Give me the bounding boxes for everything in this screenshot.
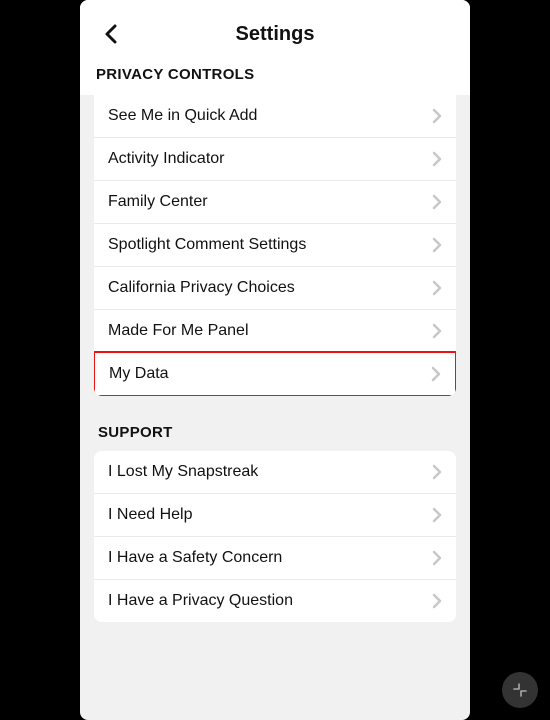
list-item-label: My Data (109, 365, 169, 383)
list-item-label: Made For Me Panel (108, 322, 249, 340)
privacy-item-spotlight-comments[interactable]: Spotlight Comment Settings (94, 223, 456, 266)
chevron-right-icon (432, 323, 442, 339)
chevron-right-icon (431, 366, 441, 382)
support-item-safety[interactable]: I Have a Safety Concern (94, 536, 456, 579)
section-title-support: SUPPORT (80, 396, 470, 451)
list-item-label: Activity Indicator (108, 150, 224, 168)
header-bar: Settings (92, 14, 458, 54)
chevron-right-icon (432, 108, 442, 124)
list-item-label: California Privacy Choices (108, 279, 295, 297)
back-button[interactable] (96, 19, 126, 49)
list-item-label: I Need Help (108, 506, 193, 524)
support-item-help[interactable]: I Need Help (94, 493, 456, 536)
list-item-label: I Have a Safety Concern (108, 549, 282, 567)
page-title: Settings (236, 23, 315, 46)
settings-screen: Settings PRIVACY CONTROLS See Me in Quic… (80, 0, 470, 720)
list-item-label: I Lost My Snapstreak (108, 463, 258, 481)
section-title-privacy: PRIVACY CONTROLS (92, 66, 458, 83)
chevron-right-icon (432, 593, 442, 609)
chevron-right-icon (432, 194, 442, 210)
list-item-label: Family Center (108, 193, 208, 211)
list-item-label: I Have a Privacy Question (108, 592, 293, 610)
collapse-icon (512, 682, 528, 698)
list-item-label: Spotlight Comment Settings (108, 236, 306, 254)
support-item-snapstreak[interactable]: I Lost My Snapstreak (94, 451, 456, 493)
privacy-item-activity-indicator[interactable]: Activity Indicator (94, 137, 456, 180)
privacy-list: See Me in Quick Add Activity Indicator F… (94, 95, 456, 396)
privacy-item-my-data[interactable]: My Data (94, 351, 456, 396)
chevron-left-icon (104, 24, 118, 44)
support-item-privacy-question[interactable]: I Have a Privacy Question (94, 579, 456, 622)
chevron-right-icon (432, 151, 442, 167)
chevron-right-icon (432, 464, 442, 480)
chevron-right-icon (432, 237, 442, 253)
chevron-right-icon (432, 507, 442, 523)
header: Settings PRIVACY CONTROLS (80, 0, 470, 95)
chevron-right-icon (432, 280, 442, 296)
support-list: I Lost My Snapstreak I Need Help I Have … (94, 451, 456, 622)
list-item-label: See Me in Quick Add (108, 107, 257, 125)
privacy-item-made-for-me[interactable]: Made For Me Panel (94, 309, 456, 352)
content: See Me in Quick Add Activity Indicator F… (80, 95, 470, 622)
privacy-item-family-center[interactable]: Family Center (94, 180, 456, 223)
privacy-item-california[interactable]: California Privacy Choices (94, 266, 456, 309)
chevron-right-icon (432, 550, 442, 566)
collapse-button[interactable] (502, 672, 538, 708)
privacy-item-see-me-quick-add[interactable]: See Me in Quick Add (94, 95, 456, 137)
